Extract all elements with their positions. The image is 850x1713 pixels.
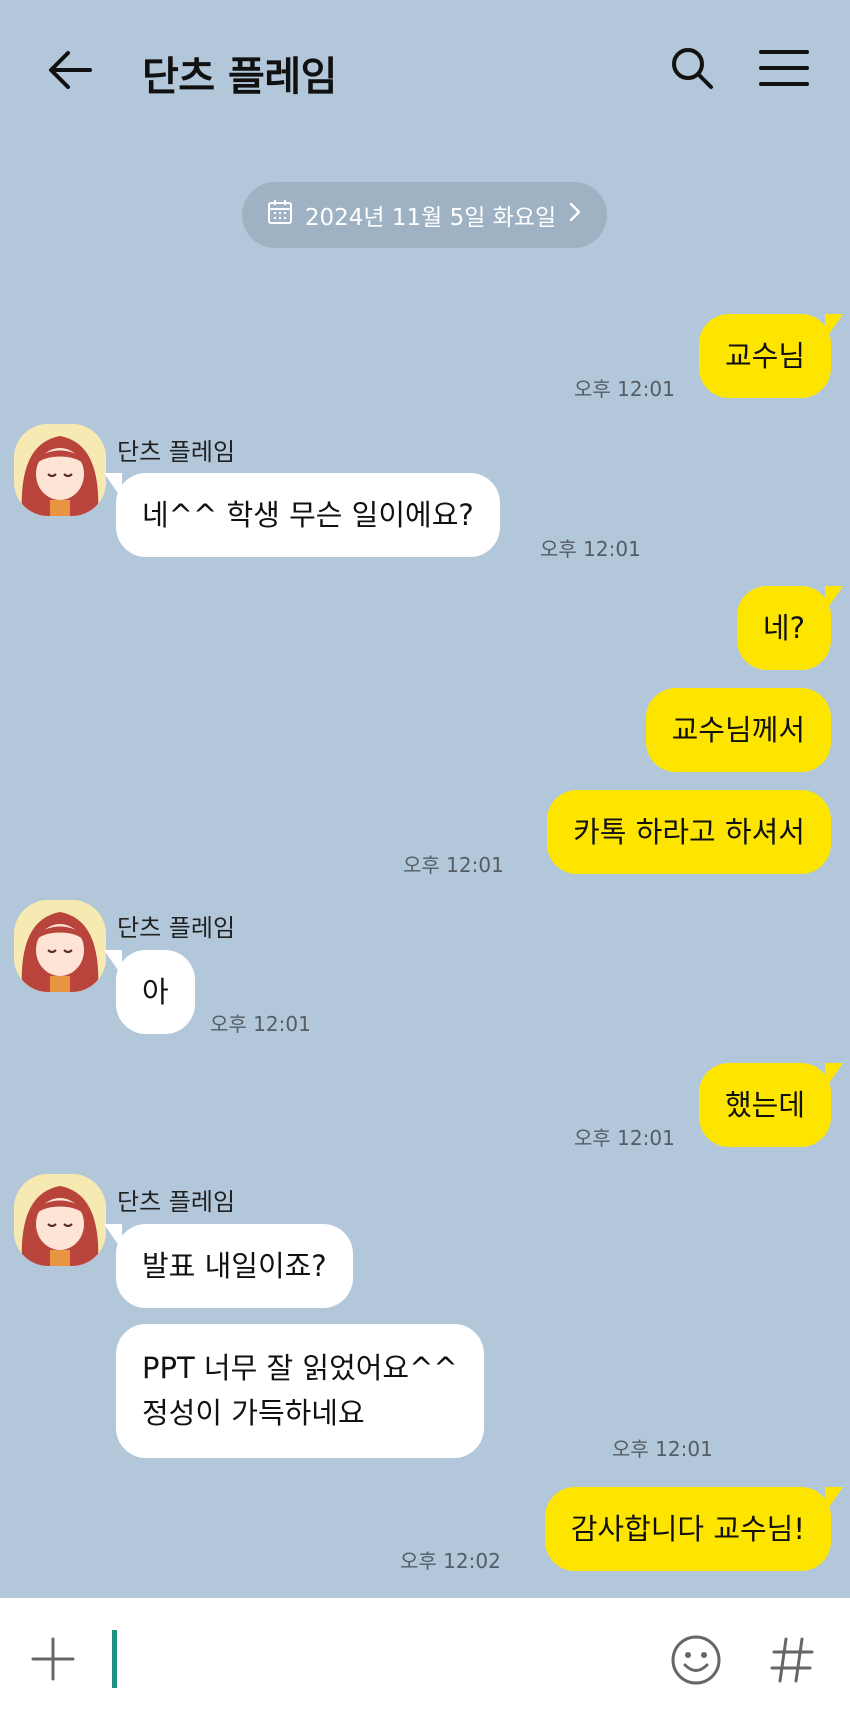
arrow-left-icon[interactable]: [40, 40, 100, 100]
message-time: 오후 12:01: [403, 853, 504, 877]
my-message-bubble[interactable]: 카톡 하라고 하셔서: [547, 790, 831, 874]
message-input[interactable]: [100, 1618, 640, 1698]
text-caret: [112, 1630, 117, 1688]
their-message-bubble[interactable]: 아: [104, 950, 195, 1034]
search-icon[interactable]: [664, 40, 720, 96]
message-text: 네?: [762, 610, 805, 645]
message-text: 했는데: [724, 1087, 805, 1122]
contact-avatar[interactable]: [14, 900, 106, 992]
their-message-bubble[interactable]: 발표 내일이죠?: [104, 1224, 353, 1308]
message-line: 정성이 가득하네요: [142, 1396, 365, 1430]
message-text: 감사합니다 교수님!: [570, 1511, 805, 1546]
message-text: 카톡 하라고 하셔서: [573, 814, 805, 849]
emoji-icon[interactable]: [668, 1632, 724, 1688]
message-time: 오후 12:01: [210, 1012, 311, 1036]
chat-title: 단츠 플레임: [142, 54, 337, 100]
my-message-bubble[interactable]: 교수님께서: [645, 688, 831, 772]
their-message-bubble[interactable]: 네^^ 학생 무슨 일이에요?: [104, 473, 500, 557]
message-input-bar: [0, 1598, 850, 1713]
message-time: 오후 12:01: [574, 1126, 675, 1150]
plus-icon[interactable]: [28, 1634, 78, 1684]
contact-avatar[interactable]: [14, 424, 106, 516]
chat-header: 단츠 플레임: [0, 0, 850, 140]
my-message-bubble[interactable]: 했는데: [698, 1063, 843, 1147]
message-time: 오후 12:01: [540, 537, 641, 561]
my-message-bubble[interactable]: 네?: [736, 586, 843, 670]
message-text: 네^^ 학생 무슨 일이에요?: [142, 497, 474, 532]
my-message-bubble[interactable]: 교수님: [698, 314, 843, 398]
message-text: 발표 내일이죠?: [142, 1248, 327, 1283]
date-text: 2024년 11월 5일 화요일: [304, 205, 557, 231]
contact-name: 단츠 플레임: [117, 1188, 236, 1216]
message-text: 교수님: [724, 338, 805, 373]
chevron-right-icon: [568, 201, 582, 229]
message-text: 교수님께서: [671, 712, 805, 747]
message-time: 오후 12:02: [400, 1549, 501, 1573]
hamburger-menu-icon[interactable]: [756, 42, 812, 94]
their-message-bubble[interactable]: PPT 너무 잘 읽었어요^^ 정성이 가득하네요: [116, 1324, 484, 1458]
message-time: 오후 12:01: [574, 377, 675, 401]
hashtag-icon[interactable]: [764, 1632, 820, 1688]
contact-name: 단츠 플레임: [117, 914, 236, 942]
message-line: PPT 너무 잘 읽었어요^^: [142, 1351, 458, 1386]
message-text: 아: [142, 974, 169, 1009]
my-message-bubble[interactable]: 감사합니다 교수님!: [544, 1487, 843, 1571]
calendar-icon: [267, 199, 293, 231]
contact-name: 단츠 플레임: [117, 438, 236, 466]
contact-avatar[interactable]: [14, 1174, 106, 1266]
date-divider[interactable]: 2024년 11월 5일 화요일: [242, 182, 607, 248]
message-time: 오후 12:01: [612, 1437, 713, 1461]
